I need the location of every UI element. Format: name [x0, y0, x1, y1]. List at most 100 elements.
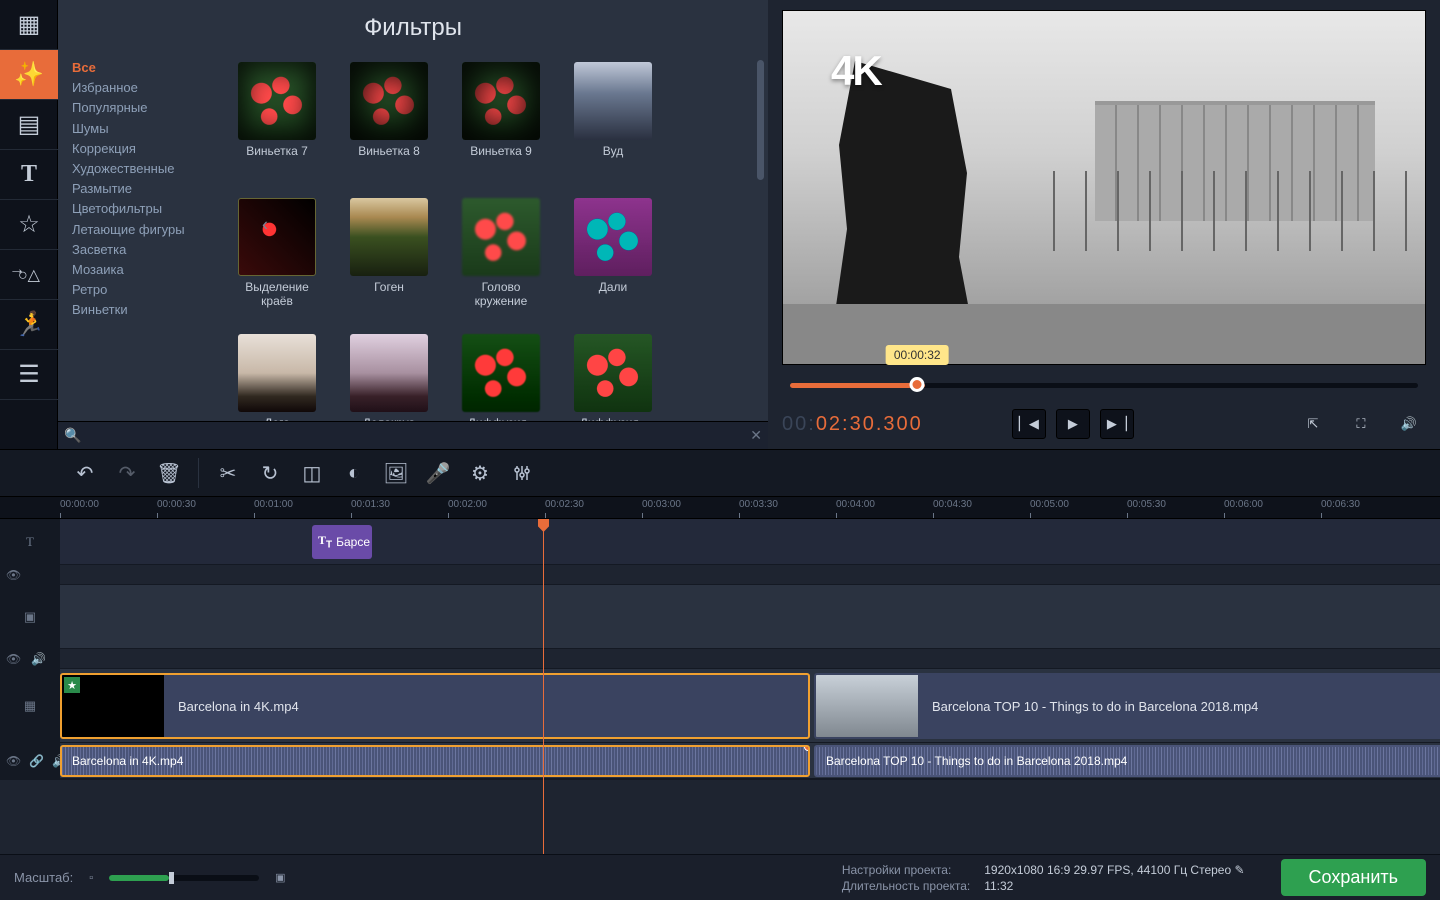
filter-label: Выделение краёв — [230, 280, 324, 309]
mic-button[interactable]: 🎤 — [421, 456, 455, 490]
scrubber-thumb[interactable] — [910, 377, 925, 392]
search-input[interactable] — [85, 428, 750, 443]
eye-icon[interactable]: 👁 — [6, 754, 21, 768]
video-icon: ▦ — [24, 698, 36, 714]
category-item[interactable]: Мозаика — [72, 260, 210, 280]
eye-icon[interactable]: 👁 — [6, 652, 21, 666]
filter-tile[interactable]: Делакруа — [342, 334, 436, 421]
filter-tile[interactable]: Голово кружение — [454, 198, 548, 328]
timeline-ruler[interactable]: 00:00:0000:00:3000:01:0000:01:3000:02:00… — [0, 497, 1440, 519]
audio-clip-2[interactable]: Barcelona TOP 10 - Things to do in Barce… — [814, 745, 1440, 777]
popout-button[interactable]: ⇱ — [1296, 409, 1330, 439]
cut-button[interactable]: ✂ — [211, 456, 245, 490]
category-item[interactable]: Размытие — [72, 179, 210, 199]
undo-button[interactable]: ↶ — [68, 456, 102, 490]
title-track[interactable]: TTБарсе — [60, 519, 1440, 564]
title-clip[interactable]: TTБарсе — [312, 525, 372, 559]
filters-grid: Виньетка 7Виньетка 8 Виньетка 9 Вуд Выделен… — [210, 52, 768, 421]
eye-icon[interactable]: 👁 — [6, 568, 21, 582]
rail-callouts-button[interactable]: ○△→ — [0, 250, 58, 300]
filter-tile[interactable]: Дега — [230, 334, 324, 421]
link-icon[interactable]: 🔗 — [29, 754, 44, 768]
scrubber[interactable]: 00:00:32 — [782, 371, 1426, 399]
rail-media-button[interactable]: ▦ — [0, 0, 58, 50]
zoom-out-icon[interactable]: ▫ — [89, 872, 93, 884]
filters-scrollbar[interactable] — [757, 60, 764, 180]
category-item[interactable]: Ретро — [72, 280, 210, 300]
equalizer-button[interactable] — [505, 456, 539, 490]
zoom-in-icon[interactable]: ▣ — [275, 871, 285, 884]
picture-button[interactable]: 🖼 — [379, 456, 413, 490]
overlay-track-head[interactable]: ▣ — [0, 585, 60, 648]
next-frame-button[interactable]: ▶▕ — [1100, 409, 1134, 439]
category-item[interactable]: Летающие фигуры — [72, 220, 210, 240]
volume-button[interactable]: 🔊 — [1392, 409, 1426, 439]
filter-tile[interactable]: Выделение краёв — [230, 198, 324, 328]
filter-tile[interactable]: Дали — [566, 198, 660, 328]
rail-titles-button[interactable]: T — [0, 150, 58, 200]
crop-button[interactable]: ◫ — [295, 456, 329, 490]
ruler-tick: 00:01:30 — [351, 499, 390, 510]
category-item[interactable]: Избранное — [72, 78, 210, 98]
playhead[interactable] — [543, 519, 544, 854]
clip-properties-button[interactable]: ⚙ — [463, 456, 497, 490]
category-item[interactable]: Шумы — [72, 119, 210, 139]
play-button[interactable]: ▶ — [1056, 409, 1090, 439]
preview-canvas[interactable]: 4K — [782, 10, 1426, 365]
project-settings-value: 1920x1080 16:9 29.97 FPS, 44100 Гц Стере… — [984, 863, 1231, 877]
video-clip-1[interactable]: ★ Barcelona in 4K.mp4 — [60, 673, 810, 739]
category-item[interactable]: Виньетки — [72, 300, 210, 320]
save-button[interactable]: Сохранить — [1281, 859, 1426, 896]
filter-tile[interactable]: Гоген — [342, 198, 436, 328]
zoom-slider[interactable] — [109, 875, 259, 881]
filter-label: Виньетка 9 — [470, 144, 532, 158]
redo-button[interactable]: ↷ — [110, 456, 144, 490]
speaker-icon[interactable]: 🔊 — [31, 652, 46, 666]
rail-transitions-button[interactable]: ▤ — [0, 100, 58, 150]
fullscreen-button[interactable]: ⛶ — [1344, 409, 1378, 439]
ruler-tick: 00:06:00 — [1224, 499, 1263, 510]
rail-stickers-button[interactable]: ☆ — [0, 200, 58, 250]
filter-tile[interactable]: Виньетка 7 — [230, 62, 324, 192]
overlay-track[interactable] — [60, 585, 1440, 648]
filter-tile[interactable]: Диффузия - слабо — [566, 334, 660, 421]
clear-search-button[interactable]: ✕ — [750, 427, 762, 444]
delete-button[interactable]: 🗑 — [152, 456, 186, 490]
video-track-head[interactable]: ▦ — [0, 669, 60, 742]
shapes-icon: ○△→ — [16, 262, 42, 288]
audio-track[interactable]: Barcelona in 4K.mp4 Barcelona TOP 10 - T… — [60, 743, 1440, 778]
transitions-icon: ▤ — [16, 112, 42, 138]
edit-settings-button[interactable]: ✎ — [1234, 863, 1244, 877]
filter-label: Гоген — [374, 280, 404, 294]
video-track-row: ▦ ★ Barcelona in 4K.mp4 Barcelona TOP 10… — [0, 669, 1440, 743]
star-badge-icon: ★ — [64, 677, 80, 693]
collapse-categories-button[interactable]: ‹ — [262, 214, 268, 235]
video-track[interactable]: ★ Barcelona in 4K.mp4 Barcelona TOP 10 -… — [60, 669, 1440, 742]
preview-area: 4K 00:00:32 00:02:30.300 ▏◀ ▶ ▶▕ ⇱ — [768, 0, 1440, 449]
project-settings-label: Настройки проекта: — [842, 863, 970, 877]
rail-animation-button[interactable]: 🏃 — [0, 300, 58, 350]
time-tooltip: 00:00:32 — [886, 345, 949, 365]
title-track-row: T TTБарсе — [0, 519, 1440, 565]
rail-filters-button[interactable]: ✨ — [0, 50, 58, 100]
audio-clip-1[interactable]: Barcelona in 4K.mp4 — [60, 745, 810, 777]
title-track-head[interactable]: T — [0, 519, 60, 564]
color-adjust-button[interactable]: ◐ — [337, 456, 371, 490]
category-item[interactable]: Художественные — [72, 159, 210, 179]
filter-tile[interactable]: Вуд — [566, 62, 660, 192]
filter-tile[interactable]: Диффузия - сильно — [454, 334, 548, 421]
rail-more-button[interactable]: ☰ — [0, 350, 58, 400]
category-item[interactable]: Коррекция — [72, 139, 210, 159]
video-clip-2[interactable]: Barcelona TOP 10 - Things to do in Barce… — [814, 673, 1440, 739]
text-icon: T — [16, 162, 42, 188]
category-item[interactable]: Засветка — [72, 240, 210, 260]
rotate-button[interactable]: ↻ — [253, 456, 287, 490]
prev-frame-button[interactable]: ▏◀ — [1012, 409, 1046, 439]
video-clip-thumb — [816, 675, 918, 737]
category-item[interactable]: Цветофильтры — [72, 199, 210, 219]
category-item[interactable]: Популярные — [72, 98, 210, 118]
filter-tile[interactable]: Виньетка 9 — [454, 62, 548, 192]
audio-fade-handle-icon[interactable] — [804, 745, 810, 751]
category-item[interactable]: Все — [72, 58, 210, 78]
filter-tile[interactable]: Виньетка 8 — [342, 62, 436, 192]
